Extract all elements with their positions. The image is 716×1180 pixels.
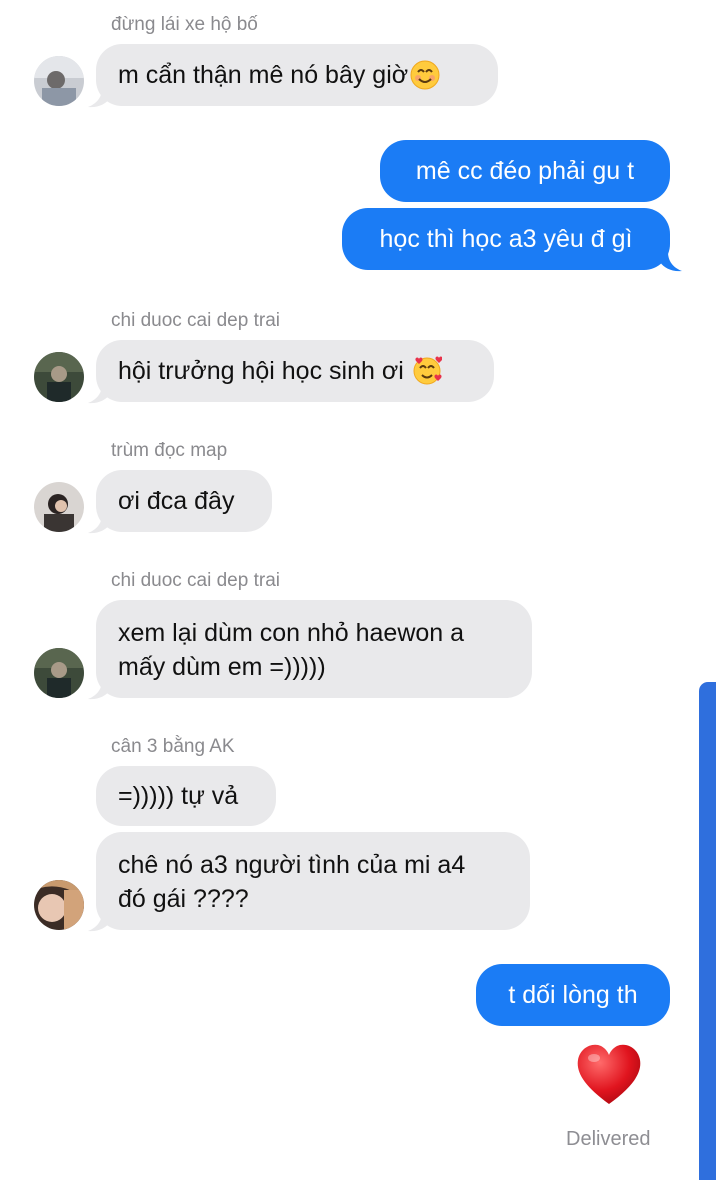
message-bubble[interactable]: t dối lòng th [476,964,670,1026]
message-text: m cẩn thận mê nó bây giờ [118,61,409,89]
message-bubble[interactable]: chê nó a3 người tình của mi a4 đó gái ??… [96,832,530,930]
message-bubble[interactable]: học thì học a3 yêu đ gì [342,208,670,270]
message-bubble[interactable]: xem lại dùm con nhỏ haewon a mấy dùm em … [96,600,532,698]
message-bubble[interactable]: ơi đca đây [96,470,272,532]
scrollbar[interactable] [699,682,716,1180]
message-text-line: đó gái ???? [118,885,249,913]
message-text-line: mấy dùm em =))))) [118,653,326,681]
message-text: =))))) tự vả [118,782,239,810]
sender-name: chi duoc cai dep trai [111,310,280,331]
message-text-line: xem lại dùm con nhỏ haewon a [118,619,465,647]
message-text-line: chê nó a3 người tình của mi a4 [118,851,466,879]
message-bubble[interactable]: hội trưởng hội học sinh ơi [96,340,494,402]
avatar[interactable] [34,352,84,402]
avatar[interactable] [34,648,84,698]
sender-name: cân 3 bằng AK [111,736,235,757]
delivered-status: Delivered [566,1128,651,1150]
avatar[interactable] [34,880,84,930]
sender-name: đừng lái xe hộ bố [111,14,258,35]
message-text: học thì học a3 yêu đ gì [379,225,633,253]
message-bubble[interactable]: m cẩn thận mê nó bây giờ [96,44,498,106]
avatar[interactable] [34,482,84,532]
sender-name: trùm đọc map [111,440,228,461]
message-text: mê cc đéo phải gu t [415,157,635,185]
message-text: ơi đca đây [118,487,235,515]
sender-name: chi duoc cai dep trai [111,570,280,591]
red-heart-icon[interactable] [574,1040,644,1110]
smiling-face-with-hearts-icon [412,356,442,386]
smiling-face-icon [410,60,440,90]
message-bubble[interactable]: =))))) tự vả [96,766,276,826]
avatar[interactable] [34,56,84,106]
message-text: hội trưởng hội học sinh ơi [118,357,404,385]
message-text: t dối lòng th [508,981,638,1009]
message-bubble[interactable]: mê cc đéo phải gu t [380,140,670,202]
